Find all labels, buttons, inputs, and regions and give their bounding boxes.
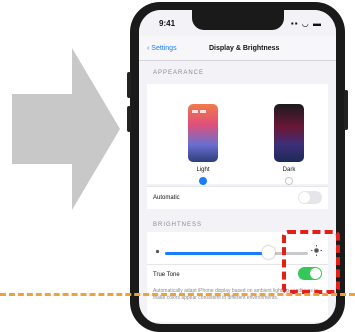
toggle-knob: [299, 192, 310, 203]
status-bar: 9:41 ▪▪ ◡ ▬: [139, 10, 336, 36]
light-mode-preview: [188, 104, 218, 162]
appearance-card: Light Dark: [147, 84, 328, 185]
dark-mode-preview: [274, 104, 304, 162]
checkmark-icon: [199, 177, 207, 185]
guide-line: [0, 293, 355, 296]
slider-fill: [165, 252, 268, 255]
status-time: 9:41: [159, 19, 176, 28]
true-tone-label: True Tone: [153, 272, 180, 278]
sun-small-icon: [155, 249, 160, 254]
dark-mode-label: Dark: [282, 167, 296, 173]
light-mode-label: Light: [196, 167, 210, 173]
appearance-header: APPEARANCE: [153, 70, 205, 76]
volume-up-button: [127, 72, 131, 98]
automatic-toggle[interactable]: [298, 191, 322, 204]
status-icons: ▪▪ ◡ ▬: [290, 19, 322, 28]
automatic-label: Automatic: [153, 195, 180, 201]
slider-knob[interactable]: [261, 246, 275, 259]
unchecked-circle-icon: [285, 177, 293, 185]
notch: [191, 10, 284, 30]
automatic-row[interactable]: Automatic: [147, 186, 328, 209]
navigation-bar: ‹ Settings Display & Brightness: [139, 36, 336, 61]
brightness-header: BRIGHTNESS: [153, 222, 203, 228]
volume-down-button: [127, 106, 131, 132]
page-title: Display & Brightness: [209, 45, 280, 52]
highlight-box: [282, 230, 340, 294]
light-mode-option[interactable]: Light: [183, 104, 223, 185]
dark-mode-option[interactable]: Dark: [269, 104, 309, 185]
side-button: [344, 90, 348, 130]
back-button[interactable]: ‹ Settings: [147, 45, 177, 52]
right-arrow-icon: [12, 48, 120, 210]
